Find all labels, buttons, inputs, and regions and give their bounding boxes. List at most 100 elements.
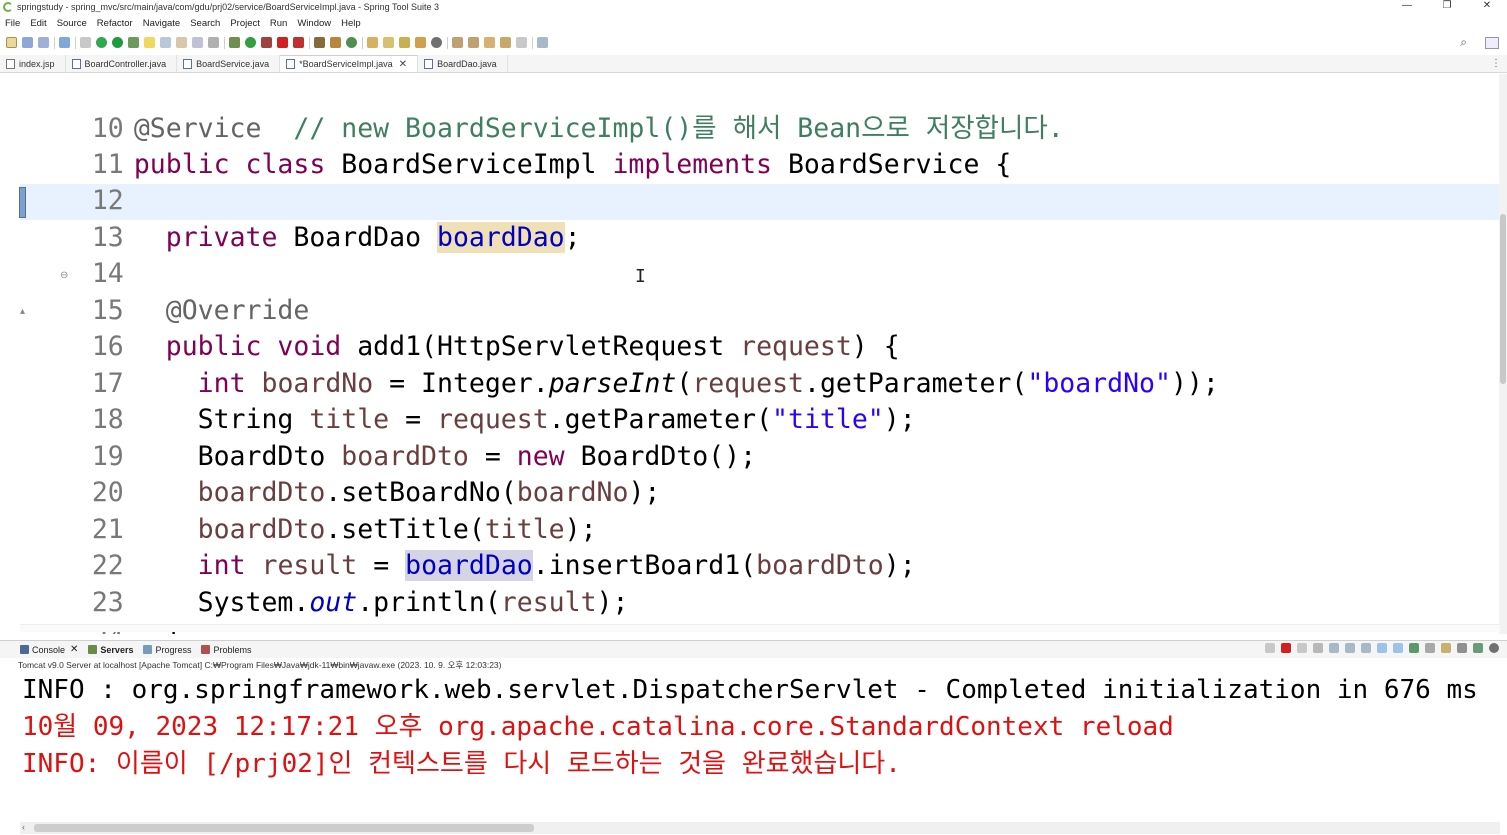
refresh-icon[interactable] [112, 37, 123, 48]
remove-all-icon[interactable] [1313, 643, 1323, 653]
override-marker-icon[interactable]: ▴ [20, 306, 25, 317]
tab-problems[interactable]: Problems [201, 645, 251, 655]
code-line[interactable]: 16 public void add1(HttpServletRequest r… [20, 293, 900, 362]
code-line[interactable]: 18 String title = request.getParameter("… [20, 366, 916, 435]
tab-progress[interactable]: Progress [143, 645, 191, 655]
run-icon[interactable] [245, 37, 256, 48]
search-tool-icon[interactable] [399, 37, 410, 48]
code-line[interactable]: 21 boardDto.setTitle(title); [20, 476, 597, 545]
spring-tool-suite-icon [3, 2, 13, 12]
menu-edit[interactable]: Edit [30, 18, 46, 29]
tab-board-dao[interactable]: BoardDao.java [418, 55, 508, 72]
coverage-icon[interactable] [261, 37, 272, 48]
terminate-icon[interactable] [1281, 643, 1291, 653]
close-tab-icon[interactable]: ✕ [399, 59, 407, 70]
new-package-icon[interactable] [330, 37, 341, 48]
scrollbar-thumb[interactable] [34, 824, 534, 832]
code-line[interactable]: 19 BoardDto boardDto = new BoardDto(); [20, 403, 756, 472]
code-line[interactable]: 22 int result = boardDao.insertBoard1(bo… [20, 512, 916, 581]
editor-horizontal-scrollbar[interactable] [20, 624, 1500, 632]
open-console-icon[interactable] [1441, 643, 1451, 653]
close-window-button[interactable]: ✕ [1467, 0, 1507, 14]
clear-console-icon[interactable] [1329, 643, 1339, 653]
code-line[interactable]: 11 public class BoardServiceImpl implemen… [20, 111, 1012, 180]
scroll-lock-icon[interactable] [1345, 643, 1355, 653]
code-line[interactable]: 23 System.out.println(result); [20, 549, 629, 618]
new-icon[interactable] [6, 37, 17, 48]
last-edit-location-icon[interactable] [484, 37, 495, 48]
show-whitespace-icon[interactable] [192, 37, 203, 48]
code-line[interactable]: 12 [20, 147, 134, 216]
close-tab-icon[interactable]: ✕ [70, 644, 78, 655]
code-editor[interactable]: 10 @Service // new BoardServiceImpl()를 해서… [0, 74, 1507, 634]
tab-index-jsp[interactable]: index.jsp [0, 55, 66, 72]
next-annotation-icon[interactable] [452, 37, 463, 48]
external-tools-icon[interactable] [293, 37, 304, 48]
tab-label: Progress [155, 644, 192, 655]
view-menu-icon[interactable] [1457, 643, 1467, 653]
fold-collapse-icon[interactable]: ⊖ [60, 270, 68, 281]
menu-navigate[interactable]: Navigate [143, 18, 181, 29]
pin-console-icon[interactable] [1409, 643, 1419, 653]
save-icon[interactable] [22, 37, 33, 48]
console-output[interactable]: INFO : org.springframework.web.servlet.D… [0, 672, 1507, 820]
menu-source[interactable]: Source [57, 18, 87, 29]
search-icon[interactable]: ⌕ [1460, 35, 1467, 50]
open-task-icon[interactable] [383, 37, 394, 48]
menu-file[interactable]: File [5, 18, 20, 29]
scroll-left-icon[interactable]: ‹ [22, 822, 25, 832]
editor-vertical-scrollbar[interactable] [1499, 74, 1507, 634]
previous-annotation-icon[interactable] [468, 37, 479, 48]
code-line-current[interactable]: 13 private BoardDao boardDao; [20, 184, 581, 253]
spring-boot-icon[interactable] [128, 37, 139, 48]
code-line[interactable]: 17 int boardNo = Integer.parseInt(reques… [20, 330, 1219, 399]
word-wrap-icon[interactable] [176, 37, 187, 48]
code-line[interactable]: 14 [20, 220, 134, 289]
code-line[interactable]: 10 @Service // new BoardServiceImpl()를 해서… [20, 75, 1064, 144]
word-wrap-icon[interactable] [1361, 643, 1371, 653]
code-line[interactable]: 20 boardDto.setBoardNo(boardNo); [20, 439, 661, 508]
minimize-button[interactable]: — [1387, 0, 1427, 14]
tab-servers[interactable]: Servers [88, 645, 133, 655]
pin-editor-icon[interactable] [537, 37, 548, 48]
block-selection-icon[interactable] [160, 37, 171, 48]
remove-launch-icon[interactable] [1297, 643, 1307, 653]
open-type-icon[interactable] [367, 37, 378, 48]
pilcrow-icon[interactable] [208, 37, 219, 48]
restore-button[interactable]: ❐ [1427, 0, 1467, 14]
console-horizontal-scrollbar[interactable]: ‹ [20, 822, 1500, 834]
tab-board-service-impl[interactable]: *BoardServiceImpl.java ✕ [280, 55, 419, 72]
stop-icon[interactable] [277, 37, 288, 48]
terminal-icon[interactable] [59, 37, 70, 48]
start-server-icon[interactable] [96, 37, 107, 48]
scrollbar-thumb[interactable] [1500, 214, 1506, 384]
new-java-project-icon[interactable] [314, 37, 325, 48]
debug-icon[interactable] [229, 37, 240, 48]
menu-help[interactable]: Help [341, 18, 361, 29]
menu-search[interactable]: Search [190, 18, 220, 29]
show-on-stderr-icon[interactable] [1393, 643, 1403, 653]
menu-run[interactable]: Run [270, 18, 287, 29]
forward-icon[interactable] [516, 37, 527, 48]
gear-icon[interactable] [1489, 643, 1499, 653]
mark-occurrences-icon[interactable] [144, 37, 155, 48]
show-on-stdout-icon[interactable] [1377, 643, 1387, 653]
menu-window[interactable]: Window [297, 18, 331, 29]
globe-icon[interactable] [431, 37, 442, 48]
save-all-icon[interactable] [38, 37, 49, 48]
tab-console[interactable]: Console ✕ [20, 644, 78, 655]
tabs-overflow-icon[interactable]: ⋮ [1491, 58, 1501, 69]
open-perspective-icon[interactable] [1485, 36, 1499, 49]
spring-icon[interactable] [1473, 643, 1483, 653]
menu-refactor[interactable]: Refactor [97, 18, 133, 29]
tab-board-controller[interactable]: BoardController.java [66, 55, 178, 72]
new-class-icon[interactable] [346, 37, 357, 48]
link-icon[interactable] [1265, 643, 1275, 653]
tab-board-service[interactable]: BoardService.java [177, 55, 281, 72]
code-line[interactable]: 24 } [20, 585, 182, 634]
back-icon[interactable] [500, 37, 511, 48]
skip-breakpoints-icon[interactable] [80, 37, 91, 48]
display-console-icon[interactable] [1425, 643, 1435, 653]
menu-project[interactable]: Project [230, 18, 260, 29]
open-folder-icon[interactable] [415, 37, 426, 48]
